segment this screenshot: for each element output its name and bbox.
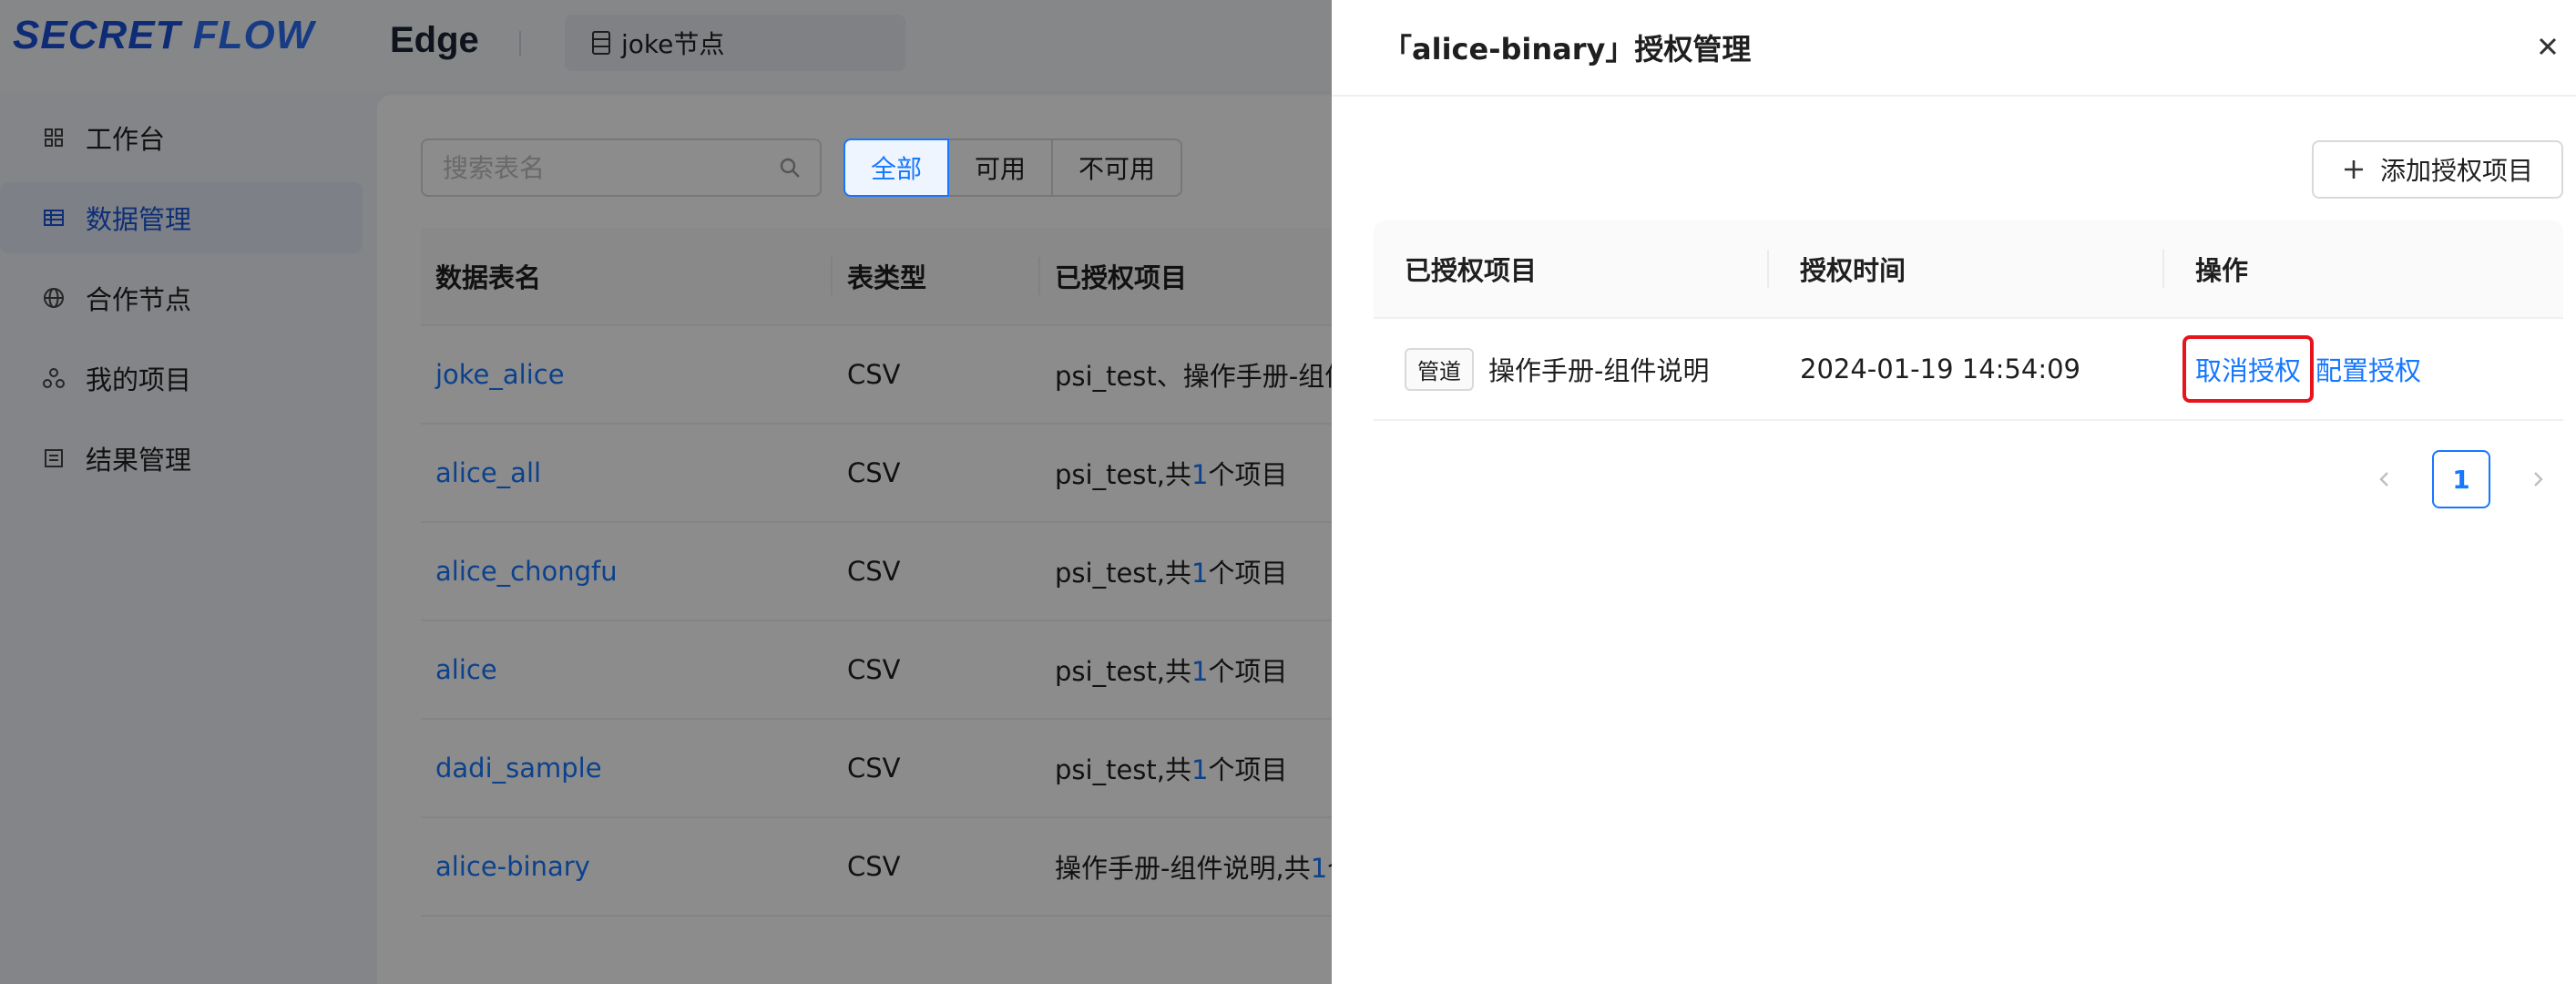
authorization-time: 2024-01-19 14:54:09 [1800,354,2080,384]
cancel-authorization-highlight: 取消授权 [2182,335,2315,403]
chevron-right-icon[interactable] [2527,468,2549,490]
pagination: 1 [2374,450,2549,508]
authorization-table: 已授权项目 授权时间 操作 管道 操作手册-组件说明 2024-01-19 14… [1374,220,2563,421]
project-name: 操作手册-组件说明 [1488,355,1710,386]
pipeline-tag: 管道 [1405,347,1474,391]
add-button-label: 添加授权项目 [2379,156,2533,186]
page-number-current[interactable]: 1 [2432,450,2490,508]
column-header-authorization-time: 授权时间 [1769,250,2164,288]
cancel-authorization-link[interactable]: 取消授权 [2195,355,2301,386]
close-icon[interactable] [2532,31,2563,62]
filter-all-button[interactable]: 全部 [843,138,950,197]
column-header-actions: 操作 [2195,255,2249,286]
column-header-authorized-project: 已授权项目 [1374,250,1769,288]
add-authorized-project-button[interactable]: 添加授权项目 [2312,140,2563,199]
table-row: 管道 操作手册-组件说明 2024-01-19 14:54:09 取消授权 配置… [1374,319,2563,421]
authorization-drawer: 「alice-binary」授权管理 添加授权项目 已授权项目 授权时间 操作 … [1332,0,2576,984]
chevron-left-icon[interactable] [2374,468,2396,490]
table-header: 已授权项目 授权时间 操作 [1374,220,2563,319]
plus-icon [2344,160,2363,179]
configure-authorization-link[interactable]: 配置授权 [2315,350,2421,388]
drawer-header: 「alice-binary」授权管理 [1332,0,2576,97]
drawer-title: 「alice-binary」授权管理 [1383,32,1752,67]
